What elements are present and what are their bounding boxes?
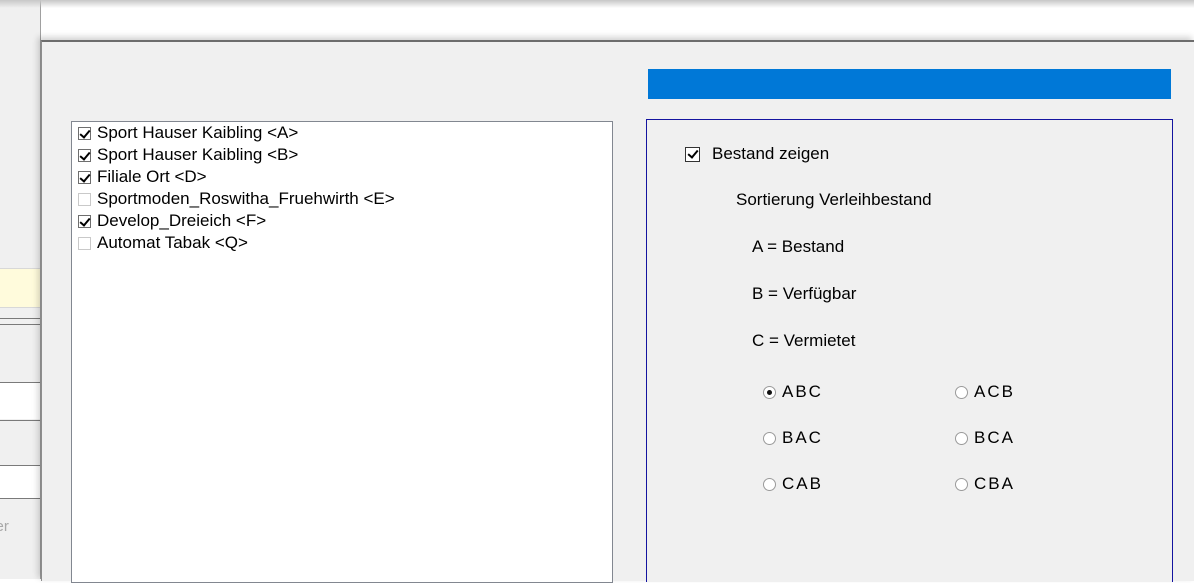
background-divider [0, 324, 40, 325]
branch-list[interactable]: Sport Hauser Kaibling <A> Sport Hauser K… [71, 121, 613, 583]
branch-label: Sport Hauser Kaibling <B> [97, 145, 299, 164]
branch-label: Develop_Dreieich <F> [97, 211, 267, 230]
radio-unselected[interactable] [955, 477, 968, 491]
branch-label: Sportmoden_Roswitha_Fruehwirth <E> [97, 189, 395, 208]
branch-list-item[interactable]: Sportmoden_Roswitha_Fruehwirth <E> [72, 188, 612, 210]
checkbox-checked[interactable] [685, 146, 700, 162]
legend-a: A = Bestand [752, 237, 845, 256]
radio-unselected[interactable] [763, 477, 776, 491]
sort-title: Sortierung Verleihbestand [736, 190, 932, 209]
radio-label: CAB [782, 474, 823, 493]
legend-b: B = Verfügbar [752, 284, 857, 303]
background-highlight-row [0, 268, 40, 308]
background-field [0, 466, 40, 498]
radio-label: CBA [974, 474, 1015, 493]
checkbox-unchecked[interactable] [78, 192, 91, 206]
checkbox-checked[interactable] [78, 126, 91, 140]
radio-unselected[interactable] [763, 431, 776, 445]
radio-unselected[interactable] [955, 431, 968, 445]
checkbox-unchecked[interactable] [78, 236, 91, 250]
background-divider [0, 318, 40, 319]
branch-list-item[interactable]: Filiale Ort <D> [72, 166, 612, 188]
radio-cba[interactable]: CBA [955, 474, 1015, 494]
background-partial-text: tier [0, 518, 9, 535]
radio-unselected[interactable] [955, 385, 968, 399]
checkbox-checked[interactable] [78, 214, 91, 228]
radio-cab[interactable]: CAB [763, 474, 823, 494]
radio-abc[interactable]: ABC [763, 382, 823, 402]
radio-bac[interactable]: BAC [763, 428, 823, 448]
settings-dialog: Sport Hauser Kaibling <A> Sport Hauser K… [41, 40, 1194, 583]
legend-c: C = Vermietet [752, 331, 856, 350]
radio-label: BCA [974, 428, 1015, 447]
radio-bca[interactable]: BCA [955, 428, 1015, 448]
checkbox-checked[interactable] [78, 148, 91, 162]
radio-label: ABC [782, 382, 823, 401]
checkbox-checked[interactable] [78, 170, 91, 184]
branch-label: Automat Tabak <Q> [97, 233, 248, 252]
branch-list-item[interactable]: Automat Tabak <Q> [72, 232, 612, 254]
branch-list-item[interactable]: Develop_Dreieich <F> [72, 210, 612, 232]
branch-list-item[interactable]: Sport Hauser Kaibling <A> [72, 122, 612, 144]
background-divider [0, 420, 40, 421]
radio-label: BAC [782, 428, 823, 447]
radio-acb[interactable]: ACB [955, 382, 1015, 402]
background-divider [0, 498, 40, 499]
radio-selected[interactable] [763, 385, 776, 399]
branch-list-item[interactable]: Sport Hauser Kaibling <B> [72, 144, 612, 166]
background-field [0, 383, 40, 419]
branch-label: Sport Hauser Kaibling <A> [97, 123, 299, 142]
show-stock-label: Bestand zeigen [712, 144, 830, 163]
radio-label: ACB [974, 382, 1015, 401]
window-shadow [0, 0, 1194, 8]
background-window: tier [0, 0, 41, 579]
branch-label: Filiale Ort <D> [97, 167, 207, 186]
selection-bar [648, 69, 1171, 99]
stock-options-group: Bestand zeigen Sortierung Verleihbestand… [646, 119, 1173, 582]
show-stock-checkbox[interactable]: Bestand zeigen [685, 144, 829, 164]
